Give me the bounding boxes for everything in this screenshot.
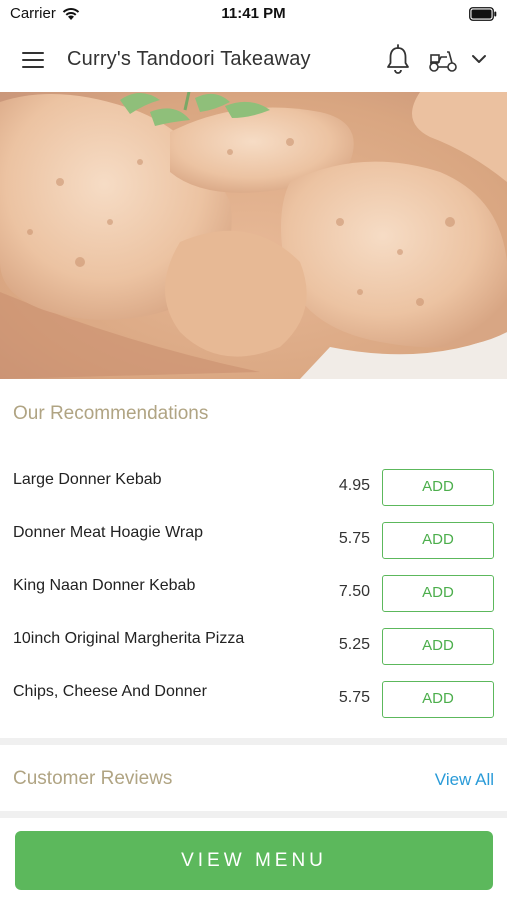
- section-divider: [0, 811, 507, 818]
- status-time: 11:41 PM: [221, 5, 286, 22]
- bell-icon[interactable]: [384, 43, 412, 75]
- item-price: 7.50: [338, 583, 370, 600]
- status-bar: Carrier 11:41 PM: [0, 0, 507, 28]
- view-all-reviews-link[interactable]: View All: [435, 770, 494, 790]
- add-button[interactable]: ADD: [382, 681, 494, 718]
- recommendation-item: 10inch Original Margherita Pizza 5.25 AD…: [0, 628, 507, 681]
- add-button[interactable]: ADD: [382, 469, 494, 506]
- item-name: Donner Meat Hoagie Wrap: [13, 524, 204, 541]
- chevron-down-icon[interactable]: [470, 50, 488, 68]
- recommendation-item: Chips, Cheese And Donner 5.75 ADD: [0, 681, 507, 734]
- hamburger-menu-icon[interactable]: [20, 48, 46, 72]
- add-button[interactable]: ADD: [382, 628, 494, 665]
- item-price: 5.75: [338, 530, 370, 547]
- add-button[interactable]: ADD: [382, 575, 494, 612]
- item-price: 5.75: [338, 689, 370, 706]
- item-name: Chips, Cheese And Donner: [13, 683, 207, 700]
- recommendations-heading: Our Recommendations: [13, 403, 209, 424]
- bottom-action-bar: VIEW MENU: [0, 818, 507, 900]
- item-name: King Naan Donner Kebab: [13, 577, 196, 594]
- recommendation-item: Large Donner Kebab 4.95 ADD: [0, 469, 507, 522]
- item-price: 5.25: [338, 636, 370, 653]
- recommendation-item: King Naan Donner Kebab 7.50 ADD: [0, 575, 507, 628]
- item-price: 4.95: [338, 477, 370, 494]
- app-title: Curry's Tandoori Takeaway: [67, 48, 311, 70]
- recommendation-item: Donner Meat Hoagie Wrap 5.75 ADD: [0, 522, 507, 575]
- battery-icon: [469, 7, 497, 21]
- item-name: Large Donner Kebab: [13, 471, 162, 488]
- chicken-curry-image: [0, 92, 507, 379]
- section-divider: [0, 738, 507, 745]
- view-menu-button[interactable]: VIEW MENU: [15, 831, 493, 890]
- hero-food-image: [0, 92, 507, 379]
- item-name: 10inch Original Margherita Pizza: [13, 630, 245, 647]
- app-header: Curry's Tandoori Takeaway: [0, 28, 507, 92]
- scooter-delivery-icon[interactable]: [427, 46, 459, 74]
- reviews-heading: Customer Reviews: [13, 768, 173, 789]
- add-button[interactable]: ADD: [382, 522, 494, 559]
